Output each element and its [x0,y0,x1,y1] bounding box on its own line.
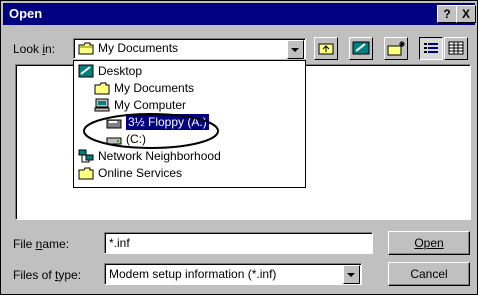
dropdown-item-label: Desktop [98,64,143,78]
file-name-input[interactable]: *.inf [104,232,373,254]
files-of-type-label: Files of type: [13,268,82,282]
desktop-icon [352,41,370,55]
file-name-label: File name: [13,237,70,251]
look-in-label: Look in: [13,42,56,56]
look-in-value: My Documents [98,41,179,55]
up-one-level-button[interactable] [314,37,338,60]
dropdown-item-label: Online Services [98,166,183,180]
folder-icon [94,82,110,95]
dialog-title: Open [9,6,43,21]
title-bar: Open ? X [3,3,476,25]
list-view-icon [424,43,438,53]
details-view-icon [448,41,464,55]
cancel-button[interactable]: Cancel [388,262,470,286]
look-in-dropdown-button[interactable] [287,40,304,59]
close-button[interactable]: X [456,5,476,23]
new-folder-icon [387,41,405,56]
files-of-type-dropdown-button[interactable] [343,265,360,284]
cancel-button-label: Cancel [410,267,448,281]
desktop-icon [78,64,94,78]
file-name-value: *.inf [109,236,130,250]
details-view-button[interactable] [444,37,468,60]
open-button-label: Open [414,236,444,250]
dropdown-item-label: My Documents [114,81,195,95]
list-view-button[interactable] [419,37,443,60]
files-of-type-value: Modem setup information (*.inf) [109,267,277,281]
desktop-button[interactable] [349,37,373,60]
help-button[interactable]: ? [437,5,457,23]
computer-icon [94,98,110,112]
open-dialog: Open ? X Look in: My Documents Desktop M… [0,0,478,295]
new-folder-button[interactable] [384,37,408,60]
up-folder-icon [318,43,334,55]
highlight-ellipse [83,113,219,149]
files-of-type-combo[interactable]: Modem setup information (*.inf) [104,263,362,285]
open-button[interactable]: Open [388,231,470,255]
look-in-combo[interactable]: My Documents [73,38,306,59]
network-icon [78,149,94,163]
folder-icon [78,167,94,180]
folder-icon [78,42,94,55]
